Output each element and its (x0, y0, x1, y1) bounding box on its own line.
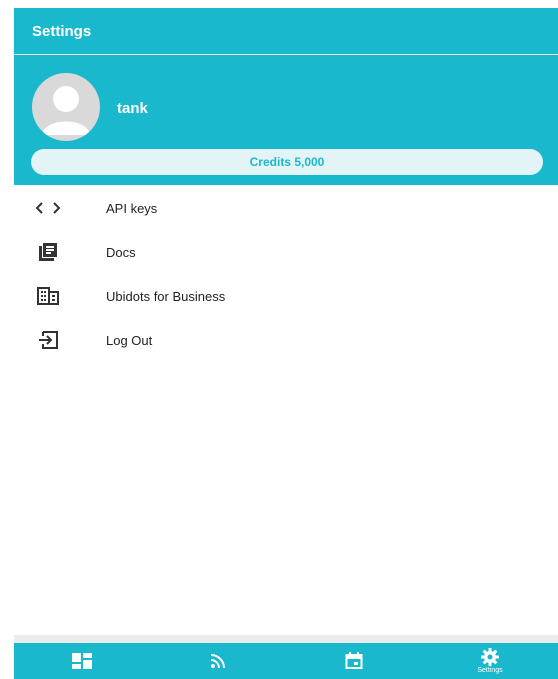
settings-menu: API keys Docs Ubidots for Business Log O… (14, 186, 558, 362)
credits-label: Credits 5,000 (249, 155, 325, 169)
rss-feed-icon (210, 651, 226, 671)
bottom-divider (14, 635, 558, 643)
dashboard-icon (72, 651, 92, 671)
business-icon (34, 284, 62, 308)
profile-section: tank Credits 5,000 (14, 55, 558, 185)
menu-item-label: Ubidots for Business (106, 288, 226, 304)
user-silhouette-icon (42, 86, 90, 135)
menu-item-docs[interactable]: Docs (14, 230, 558, 274)
code-icon (34, 196, 62, 220)
menu-item-log-out[interactable]: Log Out (14, 318, 558, 362)
menu-item-label: Docs (106, 244, 136, 260)
menu-item-business[interactable]: Ubidots for Business (14, 274, 558, 318)
tab-settings-label: Settings (477, 667, 503, 674)
logout-icon (34, 328, 62, 352)
gear-icon (481, 647, 499, 667)
tab-events[interactable] (150, 643, 286, 679)
menu-item-label: API keys (106, 200, 158, 216)
tab-calendar[interactable] (286, 643, 422, 679)
docs-icon (34, 240, 62, 264)
page-title: Settings (32, 23, 92, 40)
menu-item-api-keys[interactable]: API keys (14, 186, 558, 230)
menu-item-label: Log Out (106, 332, 153, 348)
bottom-nav: Settings (14, 643, 558, 679)
avatar[interactable] (32, 73, 100, 141)
credits-bar[interactable]: Credits 5,000 (31, 149, 543, 175)
tab-settings[interactable]: Settings (422, 643, 558, 679)
app-bar: Settings (14, 8, 558, 54)
settings-screen: Settings tank Credits 5,000 API keys Doc… (14, 8, 558, 679)
username: tank (117, 100, 148, 117)
calendar-icon (345, 651, 363, 671)
tab-dashboards[interactable] (14, 643, 150, 679)
